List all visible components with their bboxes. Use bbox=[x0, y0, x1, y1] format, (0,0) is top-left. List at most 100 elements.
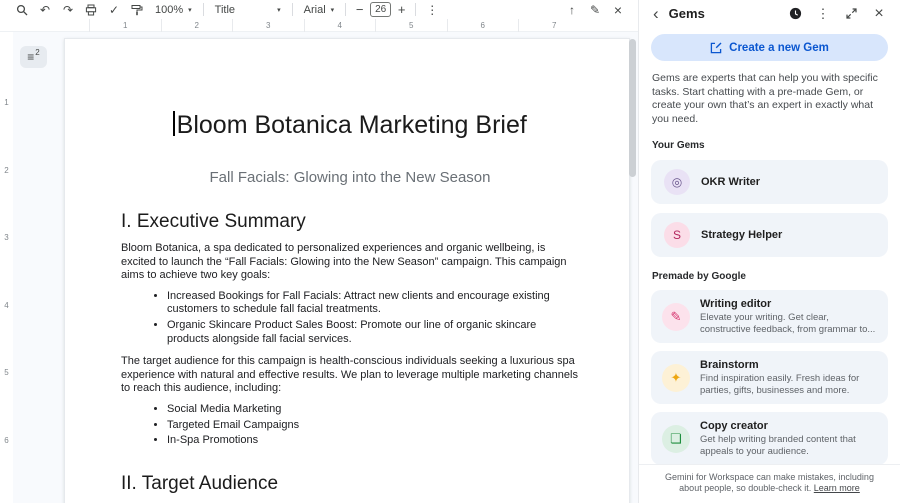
learn-more-link[interactable]: Learn more bbox=[814, 483, 860, 493]
chevron-down-icon: ▾ bbox=[188, 6, 192, 14]
gem-description: Elevate your writing. Get clear, constru… bbox=[700, 312, 877, 335]
list-item: In-Spa Promotions bbox=[167, 434, 579, 448]
tab-count-badge: 2 bbox=[35, 48, 39, 57]
gem-list-item[interactable]: S Strategy Helper bbox=[651, 213, 888, 257]
gem-list-item[interactable]: ❏ Copy creator Get help writing branded … bbox=[651, 412, 888, 465]
ruler-number: 5 bbox=[375, 19, 447, 32]
gem-name: Brainstorm bbox=[700, 359, 877, 371]
gem-name: OKR Writer bbox=[701, 176, 760, 188]
gem-icon: S bbox=[664, 222, 690, 248]
panel-title: Gems bbox=[669, 6, 776, 21]
horizontal-ruler[interactable]: 1 2 3 4 5 6 7 bbox=[64, 19, 630, 32]
font-select[interactable]: Arial ▾ bbox=[299, 1, 340, 18]
gem-icon: ◎ bbox=[664, 169, 690, 195]
gem-icon: ✎ bbox=[662, 303, 690, 331]
gem-icon: ✦ bbox=[662, 364, 690, 392]
ruler-number: 2 bbox=[161, 19, 233, 32]
gem-description: Get help writing branded content that ap… bbox=[700, 434, 877, 457]
ruler-number: 3 bbox=[232, 19, 304, 32]
spellcheck-icon[interactable]: ✓ bbox=[104, 1, 124, 18]
back-icon[interactable]: ‹ bbox=[653, 5, 659, 22]
zoom-select[interactable]: 100% ▾ bbox=[150, 1, 197, 18]
more-options-icon[interactable]: ⋮ bbox=[814, 5, 832, 23]
chevron-down-icon: ▾ bbox=[331, 6, 335, 14]
document-canvas: 1 2 3 4 5 6 7 1 2 bbox=[0, 19, 638, 503]
your-gems-label: Your Gems bbox=[652, 140, 887, 151]
ruler-number: 1 bbox=[4, 98, 8, 166]
paragraph-style-value: Title bbox=[215, 4, 235, 16]
premade-by-google-label: Premade by Google bbox=[652, 271, 887, 282]
toolbar-divider bbox=[345, 3, 346, 16]
ruler-number: 6 bbox=[4, 436, 8, 503]
toolbar-divider bbox=[415, 3, 416, 16]
paragraph: Bloom Botanica, a spa dedicated to perso… bbox=[121, 242, 579, 283]
app-window: ↶ ↷ ✓ 100% ▾ Title ▾ Arial ▾ bbox=[0, 0, 900, 503]
document-tabs-button[interactable]: ≡ 2 bbox=[20, 46, 47, 68]
gem-name: Writing editor bbox=[700, 298, 877, 310]
create-gem-button[interactable]: Create a new Gem bbox=[651, 34, 888, 61]
vertical-scrollbar[interactable] bbox=[629, 39, 636, 177]
paragraph-style-select[interactable]: Title ▾ bbox=[210, 1, 286, 18]
redo-icon[interactable]: ↷ bbox=[58, 1, 78, 18]
toolbar-divider bbox=[203, 3, 204, 16]
document-title: Bloom Botanica Marketing Brief bbox=[121, 111, 579, 140]
ruler-number: 7 bbox=[518, 19, 590, 32]
gem-name: Strategy Helper bbox=[701, 229, 782, 241]
paragraph: The target audience for this campaign is… bbox=[121, 355, 579, 396]
ruler-number: 4 bbox=[304, 19, 376, 32]
toolbar-divider bbox=[292, 3, 293, 16]
ruler-number: 6 bbox=[447, 19, 519, 32]
decrease-font-size-button[interactable]: − bbox=[352, 2, 367, 17]
ruler-number: 5 bbox=[4, 368, 8, 436]
ruler-number: 1 bbox=[89, 19, 161, 32]
list-item: Targeted Email Campaigns bbox=[167, 419, 579, 433]
list-item: Organic Skincare Product Sales Boost: Pr… bbox=[167, 319, 579, 346]
scroll-up-icon[interactable]: ↑ bbox=[562, 1, 582, 18]
bullet-list-channels: Social Media Marketing Targeted Email Ca… bbox=[121, 403, 579, 448]
document-page[interactable]: Bloom Botanica Marketing Brief Fall Faci… bbox=[64, 38, 630, 503]
undo-icon[interactable]: ↶ bbox=[35, 1, 55, 18]
text-cursor bbox=[173, 111, 175, 136]
create-gem-label: Create a new Gem bbox=[729, 42, 829, 54]
gemini-disclaimer: Gemini for Workspace can make mistakes, … bbox=[639, 464, 900, 503]
docs-editor: ↶ ↷ ✓ 100% ▾ Title ▾ Arial ▾ bbox=[0, 0, 638, 503]
gems-panel-header: ‹ Gems ⋮ × bbox=[639, 0, 900, 24]
heading-executive-summary: I. Executive Summary bbox=[121, 211, 579, 233]
gem-list-item[interactable]: ✦ Brainstorm Find inspiration easily. Fr… bbox=[651, 351, 888, 404]
history-icon[interactable] bbox=[786, 5, 804, 23]
close-icon[interactable]: × bbox=[870, 5, 888, 23]
gem-list-item[interactable]: ✎ Writing editor Elevate your writing. G… bbox=[651, 290, 888, 343]
gems-panel: ‹ Gems ⋮ × Create a new Gem Gems are exp… bbox=[638, 0, 900, 503]
new-gem-icon bbox=[710, 42, 722, 54]
document-subtitle: Fall Facials: Glowing into the New Seaso… bbox=[121, 169, 579, 186]
print-icon[interactable] bbox=[81, 1, 101, 18]
vertical-ruler[interactable]: 1 2 3 4 5 6 bbox=[0, 32, 13, 503]
outline-list-icon: ≡ bbox=[27, 51, 34, 63]
ruler-number: 2 bbox=[4, 166, 8, 234]
your-gems-list: ◎ OKR Writer S Strategy Helper bbox=[639, 160, 900, 257]
paint-format-icon[interactable] bbox=[127, 1, 147, 18]
heading-target-audience: II. Target Audience bbox=[121, 473, 579, 495]
ruler-number: 4 bbox=[4, 301, 8, 369]
increase-font-size-button[interactable]: + bbox=[394, 2, 409, 17]
bullet-list-goals: Increased Bookings for Fall Facials: Att… bbox=[121, 290, 579, 346]
font-value: Arial bbox=[304, 4, 326, 16]
expand-icon[interactable] bbox=[842, 5, 860, 23]
gems-panel-body: Create a new Gem Gems are experts that c… bbox=[639, 24, 900, 503]
list-item: Increased Bookings for Fall Facials: Att… bbox=[167, 290, 579, 317]
docs-toolbar: ↶ ↷ ✓ 100% ▾ Title ▾ Arial ▾ bbox=[0, 0, 638, 19]
chevron-down-icon: ▾ bbox=[277, 6, 281, 14]
zoom-value: 100% bbox=[155, 4, 183, 16]
editing-mode-icon[interactable]: ✎ bbox=[585, 1, 605, 18]
gem-name: Copy creator bbox=[700, 420, 877, 432]
gem-description: Find inspiration easily. Fresh ideas for… bbox=[700, 373, 877, 396]
gem-icon: ❏ bbox=[662, 425, 690, 453]
gems-intro-text: Gems are experts that can help you with … bbox=[652, 72, 887, 126]
search-menus-icon[interactable] bbox=[12, 1, 32, 18]
ruler-number: 3 bbox=[4, 233, 8, 301]
list-item: Social Media Marketing bbox=[167, 403, 579, 417]
gem-list-item[interactable]: ◎ OKR Writer bbox=[651, 160, 888, 204]
more-toolbar-options-icon[interactable]: ⋮ bbox=[422, 1, 442, 18]
font-size-input[interactable]: 26 bbox=[370, 2, 391, 17]
close-toolbar-icon[interactable]: × bbox=[608, 1, 628, 18]
